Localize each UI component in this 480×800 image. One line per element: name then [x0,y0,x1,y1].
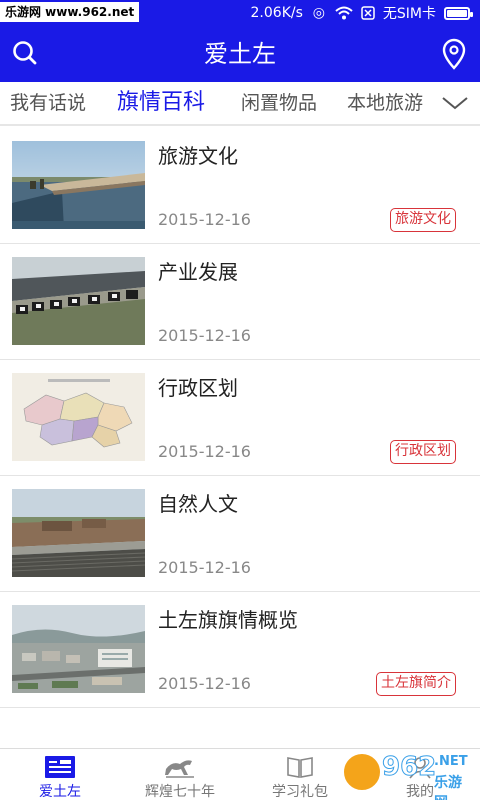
article-title: 行政区划 [158,376,238,400]
nav-label: 爱土左 [39,784,81,800]
article-title: 产业发展 [158,260,238,284]
article-title: 土左旗旗情概览 [158,608,298,632]
tab-idle-items[interactable]: 闲置物品 [241,82,317,124]
tab-local-travel[interactable]: 本地旅游 [347,82,423,124]
tabs-expand-button[interactable] [430,82,480,124]
article-date: 2015-12-16 [158,674,251,693]
location-button[interactable] [438,37,470,71]
tab-encyclopedia[interactable]: 旗情百科 [117,82,205,124]
article-list: 旅游文化 2015-12-16 旅游文化 产业发展 2015-12-16 行政区… [0,128,480,708]
old-buildings-image [12,489,145,577]
watermark-site-name: 乐游网 [434,775,462,800]
app-title: 爱土左 [204,40,276,68]
article-thumbnail [12,605,145,693]
city-aerial-image [12,605,145,693]
category-tabs: 我有话说 旗情百科 闲置物品 本地旅游 [0,82,480,126]
data-saver-icon: ◎ [312,5,325,21]
article-title: 自然人文 [158,492,238,516]
article-thumbnail [12,489,145,577]
dairy-cows-image [12,257,145,345]
status-bar: 乐游网 www.962.net 2.06K/s ◎ 无SIM卡 [0,0,480,26]
article-tag: 旅游文化 [390,208,456,232]
district-map-image [12,373,145,461]
list-item[interactable]: 行政区划 2015-12-16 行政区划 [0,360,480,476]
lake-boardwalk-image [12,141,145,229]
news-icon [45,756,75,778]
watermark-number: 962 [381,752,437,783]
nav-home[interactable]: 爱土左 [0,749,120,800]
watermark-badge-icon [342,752,382,792]
article-date: 2015-12-16 [158,326,251,345]
book-icon [287,757,313,778]
network-speed: 2.06K/s [250,5,303,21]
list-item[interactable]: 土左旗旗情概览 2015-12-16 土左旗简介 [0,592,480,708]
location-pin-icon [442,38,466,70]
tab-talk[interactable]: 我有话说 [10,82,86,124]
no-sim-icon [361,6,375,20]
app-bar: 爱土左 [0,26,480,82]
article-tag: 土左旗简介 [376,672,456,696]
nav-label: 辉煌七十年 [145,784,215,800]
battery-fill [447,9,467,17]
horse-icon [165,760,194,778]
article-date: 2015-12-16 [158,210,251,229]
status-right: 2.06K/s ◎ 无SIM卡 [250,0,473,26]
battery-icon [444,6,473,20]
watermark-bottom: 962 .NET 乐游网 [342,752,474,800]
article-thumbnail [12,257,145,345]
wifi-icon [335,6,353,20]
watermark-net: .NET [434,754,468,769]
article-tag: 行政区划 [390,440,456,464]
sim-status: 无SIM卡 [382,6,436,22]
chevron-down-icon [442,97,468,110]
list-item[interactable]: 产业发展 2015-12-16 [0,244,480,360]
list-item[interactable]: 旅游文化 2015-12-16 旅游文化 [0,128,480,244]
watermark-top: 乐游网 www.962.net [0,2,140,22]
nav-seventy-years[interactable]: 辉煌七十年 [120,749,240,800]
article-thumbnail [12,141,145,229]
list-item[interactable]: 自然人文 2015-12-16 [0,476,480,592]
article-thumbnail [12,373,145,461]
article-date: 2015-12-16 [158,442,251,461]
article-title: 旅游文化 [158,144,238,168]
article-date: 2015-12-16 [158,558,251,577]
